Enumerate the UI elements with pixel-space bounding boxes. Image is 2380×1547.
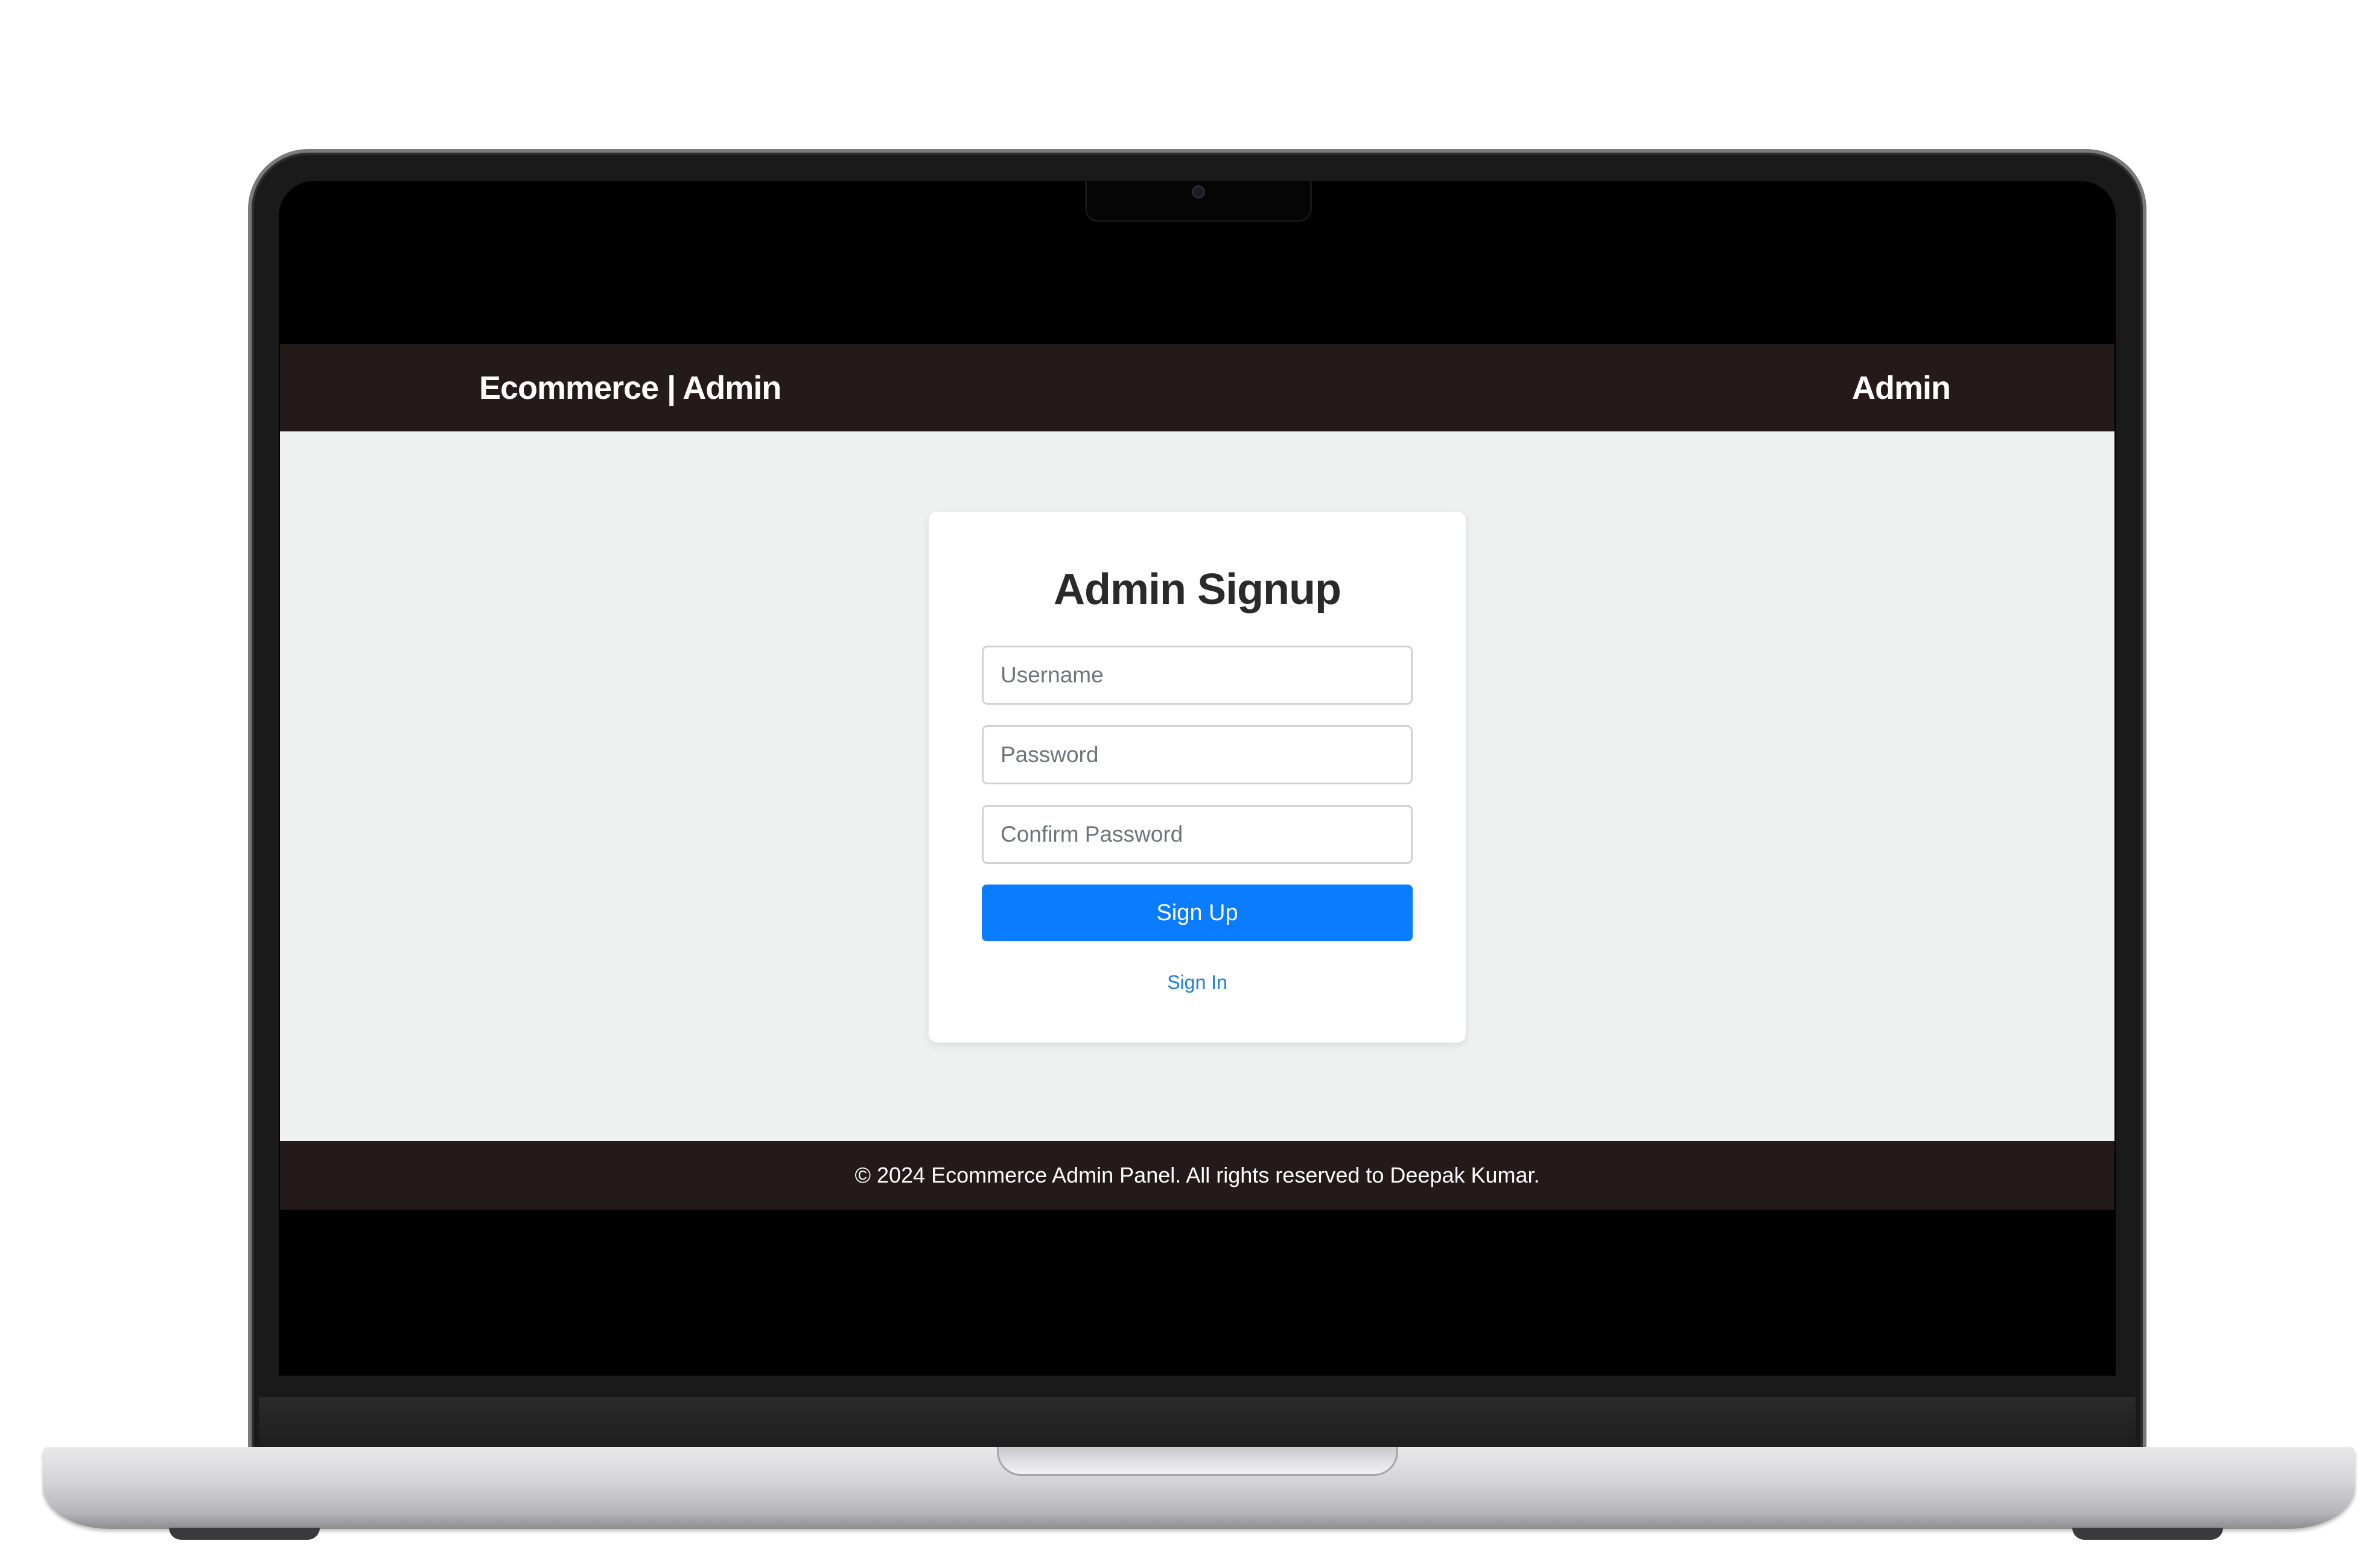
page-title: Admin Signup <box>1054 565 1341 614</box>
sign-in-link[interactable]: Sign In <box>1167 971 1227 994</box>
lid-opening-notch <box>997 1447 1398 1476</box>
footer-copyright: © 2024 Ecommerce Admin Panel. All rights… <box>854 1163 1540 1187</box>
brand-link[interactable]: Ecommerce | Admin <box>479 369 781 407</box>
camera-icon <box>1192 185 1205 199</box>
top-navbar: Ecommerce | Admin Admin <box>280 344 2114 431</box>
laptop-mockup: Ecommerce | Admin Admin Admin Signup Sig… <box>0 0 2380 1547</box>
signup-card: Admin Signup Sign Up Sign In <box>929 512 1466 1043</box>
lid-bottom-strip <box>259 1397 2136 1451</box>
browser-viewport: Ecommerce | Admin Admin Admin Signup Sig… <box>280 344 2114 1210</box>
username-input[interactable] <box>982 646 1413 705</box>
sign-up-button[interactable]: Sign Up <box>982 885 1413 941</box>
confirm-password-input[interactable] <box>982 805 1413 864</box>
page-footer: © 2024 Ecommerce Admin Panel. All rights… <box>280 1141 2114 1210</box>
left-foot <box>169 1528 320 1540</box>
right-foot <box>2072 1528 2223 1540</box>
password-input[interactable] <box>982 725 1413 784</box>
admin-nav-link[interactable]: Admin <box>1852 369 1951 407</box>
